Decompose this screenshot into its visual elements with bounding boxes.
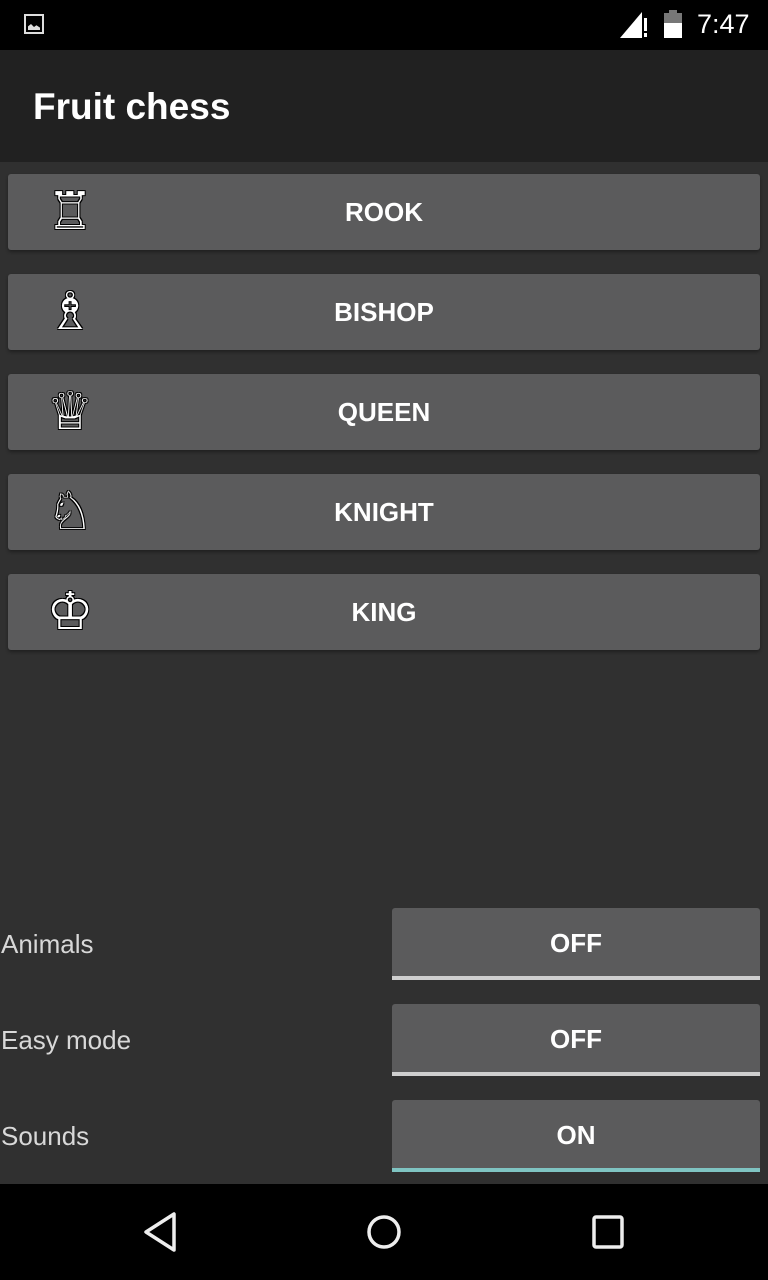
battery-icon [664, 10, 682, 38]
king-button[interactable]: ♔ KING [8, 574, 760, 650]
signal-icon [620, 12, 647, 38]
recents-icon[interactable] [580, 1208, 636, 1256]
rook-button[interactable]: ♖ ROOK [8, 174, 760, 250]
sounds-toggle[interactable]: ON [392, 1100, 760, 1172]
animals-toggle[interactable]: OFF [392, 908, 760, 980]
bishop-label: BISHOP [334, 297, 434, 327]
status-bar: 7:47 [0, 0, 768, 50]
king-label: KING [351, 597, 417, 627]
navigation-bar [0, 1184, 768, 1280]
toggle-indicator [392, 1168, 760, 1172]
bishop-button[interactable]: ♗ BISHOP [8, 274, 760, 350]
home-icon[interactable] [356, 1208, 412, 1256]
easy-mode-label: Easy mode [1, 1025, 132, 1055]
sounds-toggle-value: ON [556, 1120, 596, 1150]
toggle-indicator [392, 976, 760, 980]
knight-button[interactable]: ♘ KNIGHT [8, 474, 760, 550]
easy-mode-toggle[interactable]: OFF [392, 1004, 760, 1076]
sounds-label: Sounds [1, 1121, 90, 1151]
animals-label: Animals [1, 929, 94, 959]
animals-toggle-value: OFF [550, 928, 602, 958]
knight-label: KNIGHT [334, 497, 434, 527]
back-icon[interactable] [132, 1208, 188, 1256]
toggle-indicator [392, 1072, 760, 1076]
app-title: Fruit chess [33, 86, 231, 127]
image-notification-icon [24, 14, 44, 34]
queen-label: QUEEN [337, 397, 431, 427]
queen-button[interactable]: ♕ QUEEN [8, 374, 760, 450]
app-bar: Fruit chess [0, 50, 768, 162]
clock: 7:47 [697, 9, 750, 39]
rook-label: ROOK [345, 197, 423, 227]
easy-mode-toggle-value: OFF [550, 1024, 602, 1054]
